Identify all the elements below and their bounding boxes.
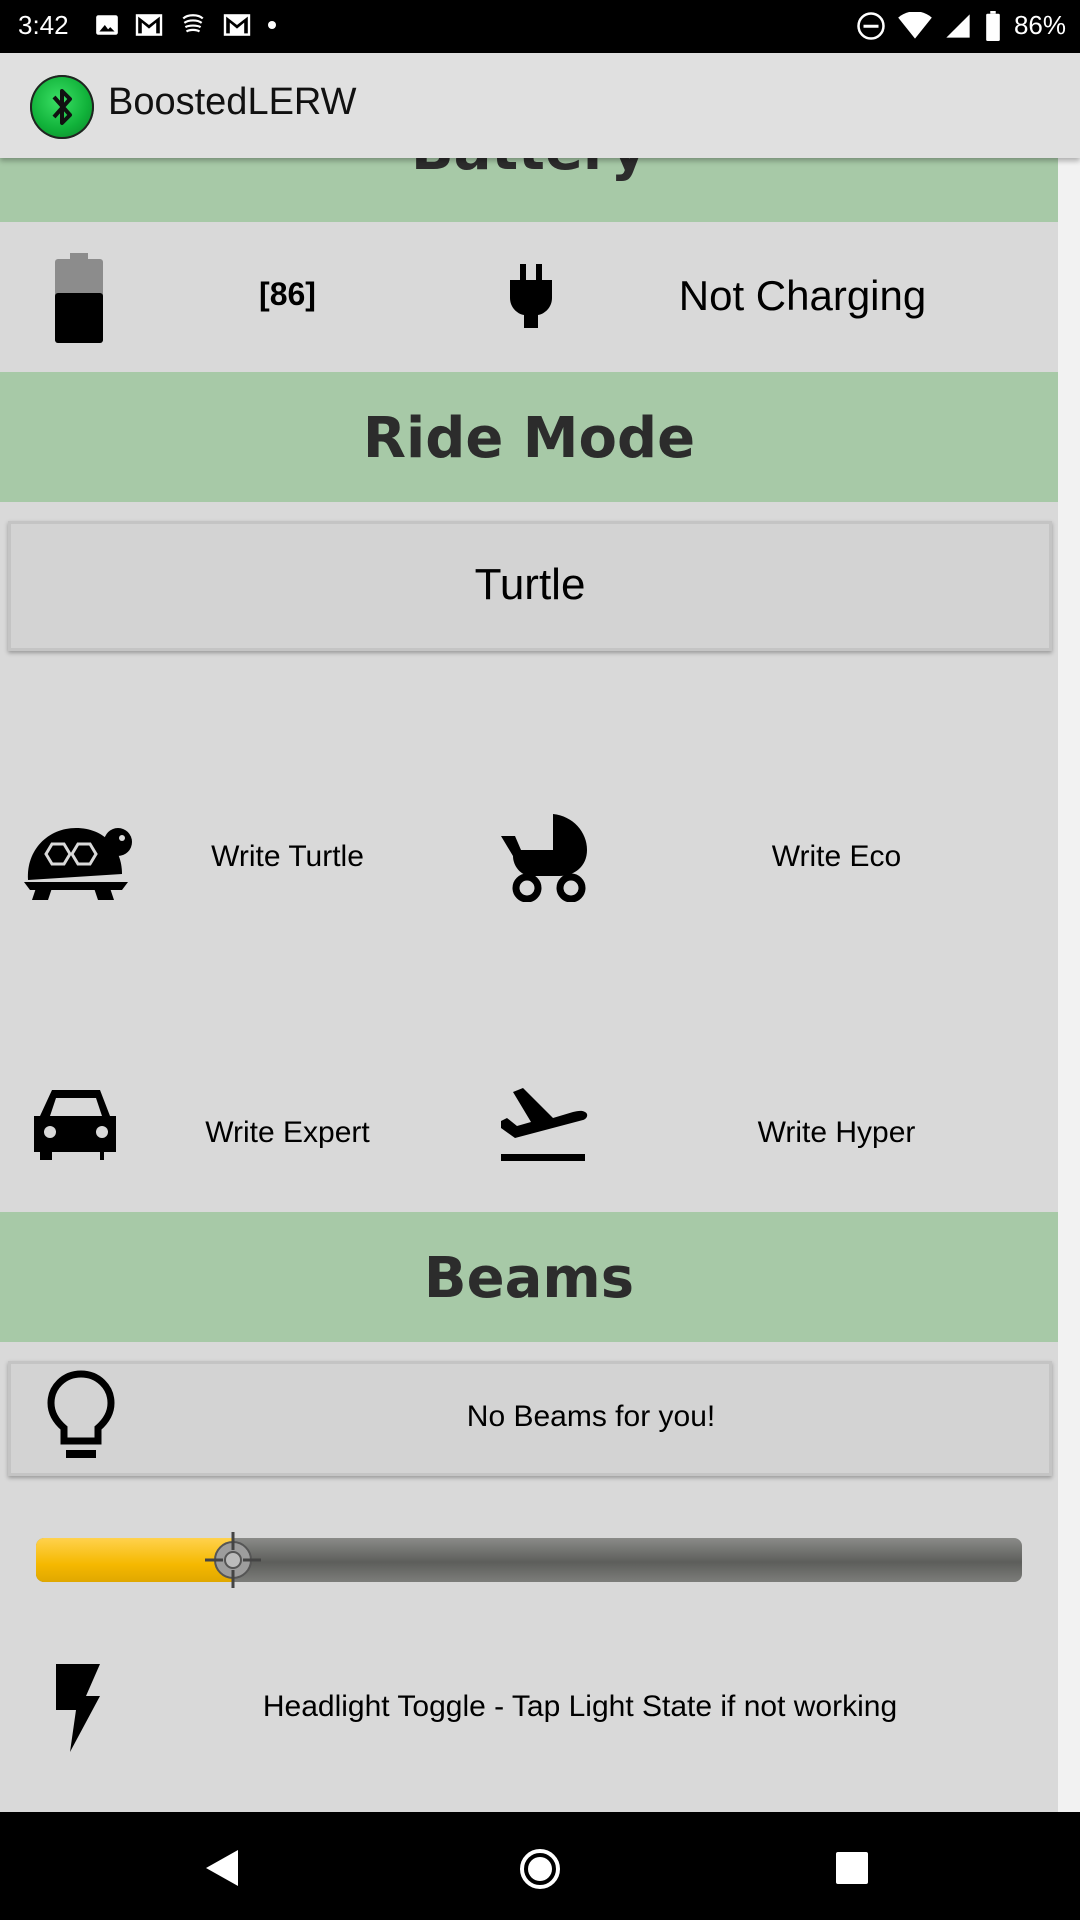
battery-level-value: [86]: [259, 276, 316, 312]
bluetooth-logo-icon: [30, 75, 94, 139]
wifi-icon: [898, 11, 932, 39]
home-icon[interactable]: [519, 1848, 561, 1890]
battery-percentage: 86%: [1013, 10, 1066, 40]
write-turtle-button[interactable]: Write Turtle: [0, 728, 529, 988]
image-notification-icon: [96, 15, 118, 35]
more-notifications-dot-icon: [268, 21, 276, 29]
do-not-disturb-icon: [857, 11, 885, 40]
recents-icon[interactable]: [834, 1850, 870, 1886]
back-icon[interactable]: [204, 1848, 242, 1888]
gmail-notification-icon: [135, 14, 163, 36]
write-turtle-label: Write Turtle: [211, 840, 364, 873]
battery-status-icon: [986, 10, 1000, 41]
charging-status: Not Charging: [678, 272, 927, 319]
battery-section-header: Battery: [0, 158, 1058, 222]
lightbulb-icon: [47, 1370, 115, 1458]
airplane-takeoff-icon: [501, 1088, 588, 1161]
current-ride-mode-value: Turtle: [474, 560, 586, 609]
turtle-icon: [24, 828, 132, 900]
power-plug-icon: [510, 264, 552, 328]
battery-icon: [55, 253, 103, 343]
write-hyper-label: Write Hyper: [757, 1116, 916, 1149]
scrollbar-gutter: [1058, 158, 1080, 1812]
beams-status-text: No Beams for you!: [466, 1400, 716, 1433]
write-eco-button[interactable]: Write Eco: [501, 728, 1058, 988]
status-bar: 3:42 86%: [0, 0, 1080, 53]
gmail-notification-icon-2: [223, 14, 251, 36]
app-bar: BoostedLERW: [0, 53, 1080, 158]
flash-icon: [56, 1664, 100, 1752]
cell-signal-icon: [946, 13, 970, 38]
headlight-toggle-label: Headlight Toggle - Tap Light State if no…: [262, 1690, 898, 1723]
write-expert-label: Write Expert: [205, 1116, 370, 1149]
navigation-bar: [0, 1812, 1080, 1920]
app-title: BoostedLERW: [108, 81, 357, 123]
stroller-icon: [501, 814, 587, 902]
current-ride-mode-display[interactable]: Turtle: [8, 521, 1052, 651]
beams-status-button[interactable]: No Beams for you!: [8, 1361, 1052, 1476]
write-eco-label: Write Eco: [771, 840, 902, 873]
car-icon: [34, 1090, 116, 1160]
slider-thumb-icon[interactable]: [203, 1530, 263, 1590]
app-notification-icon: [182, 14, 204, 33]
beams-section-header: Beams: [0, 1212, 1058, 1342]
headlight-toggle-button[interactable]: Headlight Toggle - Tap Light State if no…: [0, 1628, 1058, 1778]
status-time: 3:42: [18, 10, 69, 40]
ride-mode-section-header: Ride Mode: [0, 372, 1058, 502]
